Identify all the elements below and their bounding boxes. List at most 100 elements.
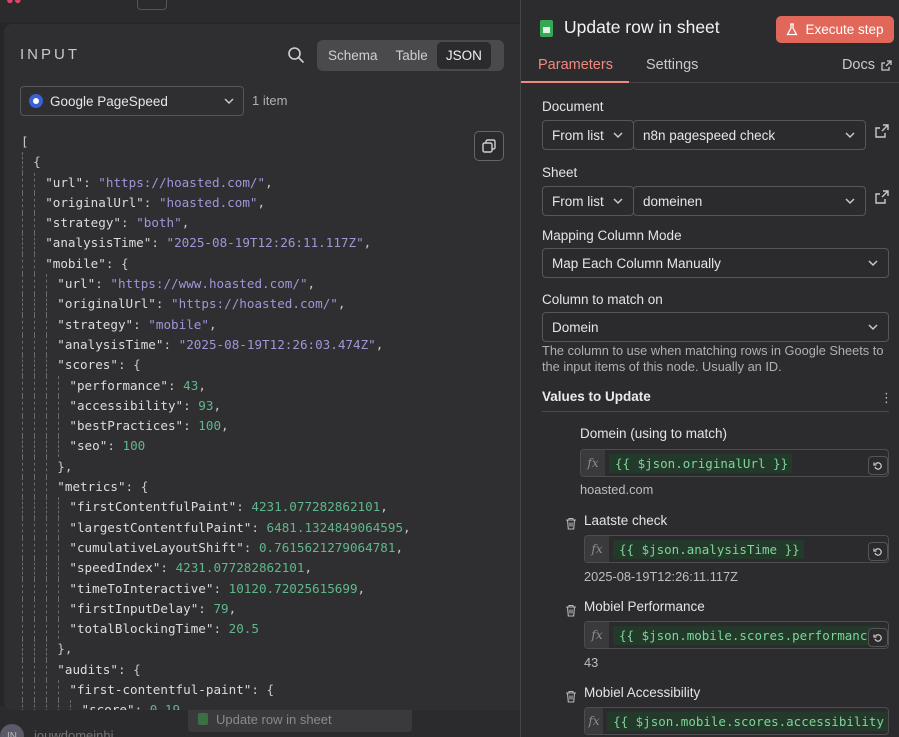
trash-icon[interactable] — [565, 604, 577, 617]
indent-guide — [58, 537, 60, 559]
indent-guide — [34, 314, 36, 335]
item-count: 1 item — [252, 93, 288, 108]
execute-step-button[interactable]: Execute step — [776, 16, 894, 43]
avatar[interactable]: IN — [0, 724, 24, 737]
indent-guide — [22, 416, 23, 437]
json-punct: }, — [57, 641, 73, 657]
user-name: jouwdomeinhi — [34, 728, 114, 737]
canvas-button[interactable] — [137, 0, 167, 10]
json-string: "2025-08-19T12:26:03.474Z" — [178, 336, 376, 352]
tab-settings[interactable]: Settings — [646, 57, 698, 73]
indent-guide — [22, 375, 23, 396]
json-punct: : — [155, 296, 172, 312]
document-mode-value: From list — [552, 127, 604, 143]
json-number: 20.5 — [228, 621, 259, 637]
json-punct: : — [213, 580, 229, 596]
mapping-label: Domein (using to match) — [580, 426, 728, 441]
docs-link[interactable]: Docs — [842, 57, 892, 73]
json-punct: { — [33, 154, 41, 170]
reset-icon[interactable] — [868, 456, 888, 475]
mapping-label: Mobiel Accessibility — [584, 685, 701, 700]
json-punct: : — [183, 397, 199, 413]
indent-guide — [22, 700, 23, 710]
json-punct: , — [363, 235, 372, 251]
sheet-select[interactable]: domeinen — [633, 186, 866, 216]
json-punct: : { — [125, 479, 149, 495]
mapping-mode-select[interactable]: Map Each Column Manually — [542, 248, 889, 278]
json-punct: , — [228, 600, 237, 616]
json-key: "seo" — [69, 438, 108, 454]
sheet-label: Sheet — [542, 165, 578, 180]
json-string: "hoasted.com" — [158, 194, 258, 210]
input-source-label: Google PageSpeed — [50, 93, 168, 109]
reset-icon[interactable] — [868, 628, 888, 647]
fx-icon: fx — [585, 708, 604, 734]
more-options-icon[interactable]: ⋮ — [880, 390, 893, 406]
indent-guide — [34, 639, 36, 660]
indent-guide — [22, 558, 23, 579]
view-schema-tab[interactable]: Schema — [319, 42, 387, 69]
json-string: "https://www.hoasted.com/" — [110, 276, 308, 292]
tab-parameters[interactable]: Parameters — [538, 57, 613, 73]
json-punct: : { — [105, 255, 129, 271]
indent-guide — [34, 192, 36, 214]
json-punct: : — [160, 560, 176, 576]
json-punct: , — [213, 397, 222, 413]
input-source-select[interactable]: Google PageSpeed — [20, 86, 244, 116]
json-number: 4231.077282862101 — [175, 560, 305, 576]
indent-guide — [34, 375, 36, 396]
sheet-mode-select[interactable]: From list — [542, 186, 634, 216]
indent-guide — [22, 213, 23, 234]
indent-guide — [58, 375, 60, 396]
document-select[interactable]: n8n pagespeed check — [633, 120, 866, 150]
mapping-expression-field[interactable]: fx {{ $json.mobile.scores.accessibility — [584, 707, 889, 735]
values-to-update-heading: Values to Update — [542, 389, 651, 404]
indent-guide — [34, 700, 36, 710]
json-punct: , — [395, 539, 404, 555]
view-toggle: Schema Table JSON — [317, 40, 504, 71]
copy-icon — [482, 139, 496, 153]
indent-guide — [34, 172, 36, 193]
copy-button[interactable] — [474, 131, 504, 161]
json-string: "2025-08-19T12:26:11.117Z" — [166, 235, 364, 251]
view-table-tab[interactable]: Table — [387, 42, 437, 69]
mapping-label: Laatste check — [584, 513, 668, 528]
json-string: "mobile" — [148, 316, 209, 332]
json-key: "metrics" — [57, 479, 126, 495]
mapping-expression-field[interactable]: fx {{ $json.originalUrl }} — [580, 449, 889, 477]
fx-icon: fx — [585, 536, 609, 562]
node-title[interactable]: Update row in sheet — [564, 17, 720, 38]
google-sheets-icon — [540, 20, 553, 37]
json-number: 10120.72025615699 — [228, 580, 358, 596]
json-punct: : — [95, 276, 111, 292]
indent-guide — [22, 477, 23, 498]
json-string: "https://hoasted.com/" — [98, 174, 266, 190]
match-column-select[interactable]: Domein — [542, 312, 889, 342]
chevron-down-icon — [868, 260, 878, 267]
indent-guide — [22, 436, 23, 457]
json-key: "firstInputDelay" — [69, 600, 199, 616]
n8n-logo-icon: ●● — [6, 0, 22, 7]
chevron-down-icon — [613, 132, 623, 139]
indent-guide — [34, 680, 36, 701]
mapping-expression-field[interactable]: fx {{ $json.mobile.scores.performance — [584, 621, 889, 649]
reset-icon[interactable] — [868, 542, 888, 561]
open-sheet-icon[interactable] — [875, 190, 889, 204]
open-document-icon[interactable] — [875, 124, 889, 138]
trash-icon[interactable] — [565, 690, 577, 703]
mapping-expression-field[interactable]: fx {{ $json.analysisTime }} — [584, 535, 889, 563]
view-json-tab[interactable]: JSON — [436, 42, 491, 69]
indent-guide — [34, 598, 36, 620]
document-mode-select[interactable]: From list — [542, 120, 634, 150]
indent-guide — [22, 598, 23, 620]
json-key: "cumulativeLayoutShift" — [69, 539, 244, 555]
trash-icon[interactable] — [565, 517, 577, 530]
json-punct: : — [133, 316, 149, 332]
search-icon[interactable] — [287, 46, 305, 64]
indent-guide — [58, 558, 60, 579]
json-key: "performance" — [69, 377, 168, 393]
chevron-down-icon — [845, 132, 855, 139]
chevron-down-icon — [613, 198, 623, 205]
json-punct: [ — [21, 134, 29, 149]
indent-guide — [34, 416, 36, 437]
